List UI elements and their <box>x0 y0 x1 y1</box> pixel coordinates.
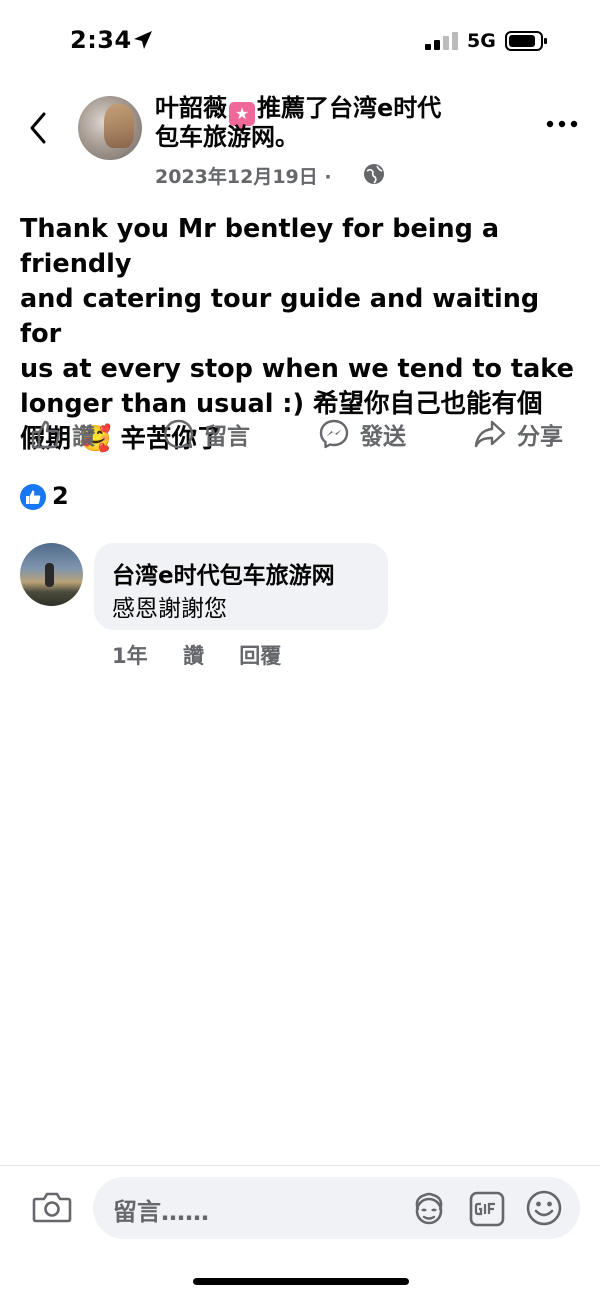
like-button[interactable]: 讚 <box>30 410 95 458</box>
post-date[interactable]: 2023年12月19日 · <box>155 162 332 189</box>
cellular-signal-icon <box>425 32 458 50</box>
emoji-smile-icon[interactable] <box>525 1189 563 1227</box>
camera-icon[interactable] <box>32 1189 72 1225</box>
more-options-icon[interactable] <box>545 118 579 130</box>
author-name[interactable]: 叶韶薇 <box>155 94 227 122</box>
like-reaction-icon[interactable] <box>20 484 46 510</box>
comment-button[interactable]: 留言 <box>162 410 250 458</box>
comment-label: 留言 <box>204 424 250 450</box>
home-indicator[interactable] <box>193 1278 409 1285</box>
gif-icon[interactable] <box>468 1190 506 1228</box>
author-avatar[interactable] <box>78 96 142 160</box>
reaction-count[interactable]: 2 <box>52 482 69 510</box>
status-time: 2:34 <box>70 26 132 54</box>
messenger-icon <box>319 419 349 449</box>
commenter-avatar[interactable] <box>20 543 83 606</box>
post-text-line: and catering tour guide and waiting for <box>20 284 540 349</box>
network-type: 5G <box>467 30 496 52</box>
post-text-line: us at every stop when we tend to take <box>20 354 574 384</box>
share-label: 分享 <box>517 424 563 450</box>
comment-bubble-icon <box>164 419 194 449</box>
location-arrow-icon <box>134 31 152 49</box>
comment-like-link[interactable]: 讚 <box>183 644 204 668</box>
comment-input-placeholder[interactable]: 留言…… <box>113 1192 209 1227</box>
header-action-text[interactable]: 推薦了台湾e时代 <box>257 94 441 122</box>
like-label: 讚 <box>72 424 95 450</box>
thumbs-up-icon <box>31 420 60 449</box>
send-button[interactable]: 發送 <box>318 410 406 458</box>
comment-text: 感恩謝謝您 <box>112 596 227 622</box>
send-label: 發送 <box>360 424 406 450</box>
comment-author[interactable]: 台湾e时代包车旅游网 <box>112 556 335 590</box>
post-action-bar: 讚 留言 發送 分享 <box>0 410 600 460</box>
composer-divider <box>0 1165 600 1166</box>
post-text-line: Thank you Mr bentley for being a friendl… <box>20 214 500 279</box>
share-arrow-icon <box>474 420 506 448</box>
avatar-sticker-icon[interactable] <box>410 1190 448 1228</box>
comment-meta: 1年 讚 回覆 <box>112 640 309 670</box>
back-arrow-icon[interactable] <box>26 110 52 146</box>
battery-icon <box>505 31 547 51</box>
share-button[interactable]: 分享 <box>473 410 563 458</box>
comment-time: 1年 <box>112 644 148 668</box>
globe-privacy-icon <box>364 164 384 184</box>
post-header-line2[interactable]: 包车旅游网。 <box>155 122 299 152</box>
comment-reply-link[interactable]: 回覆 <box>239 644 281 668</box>
